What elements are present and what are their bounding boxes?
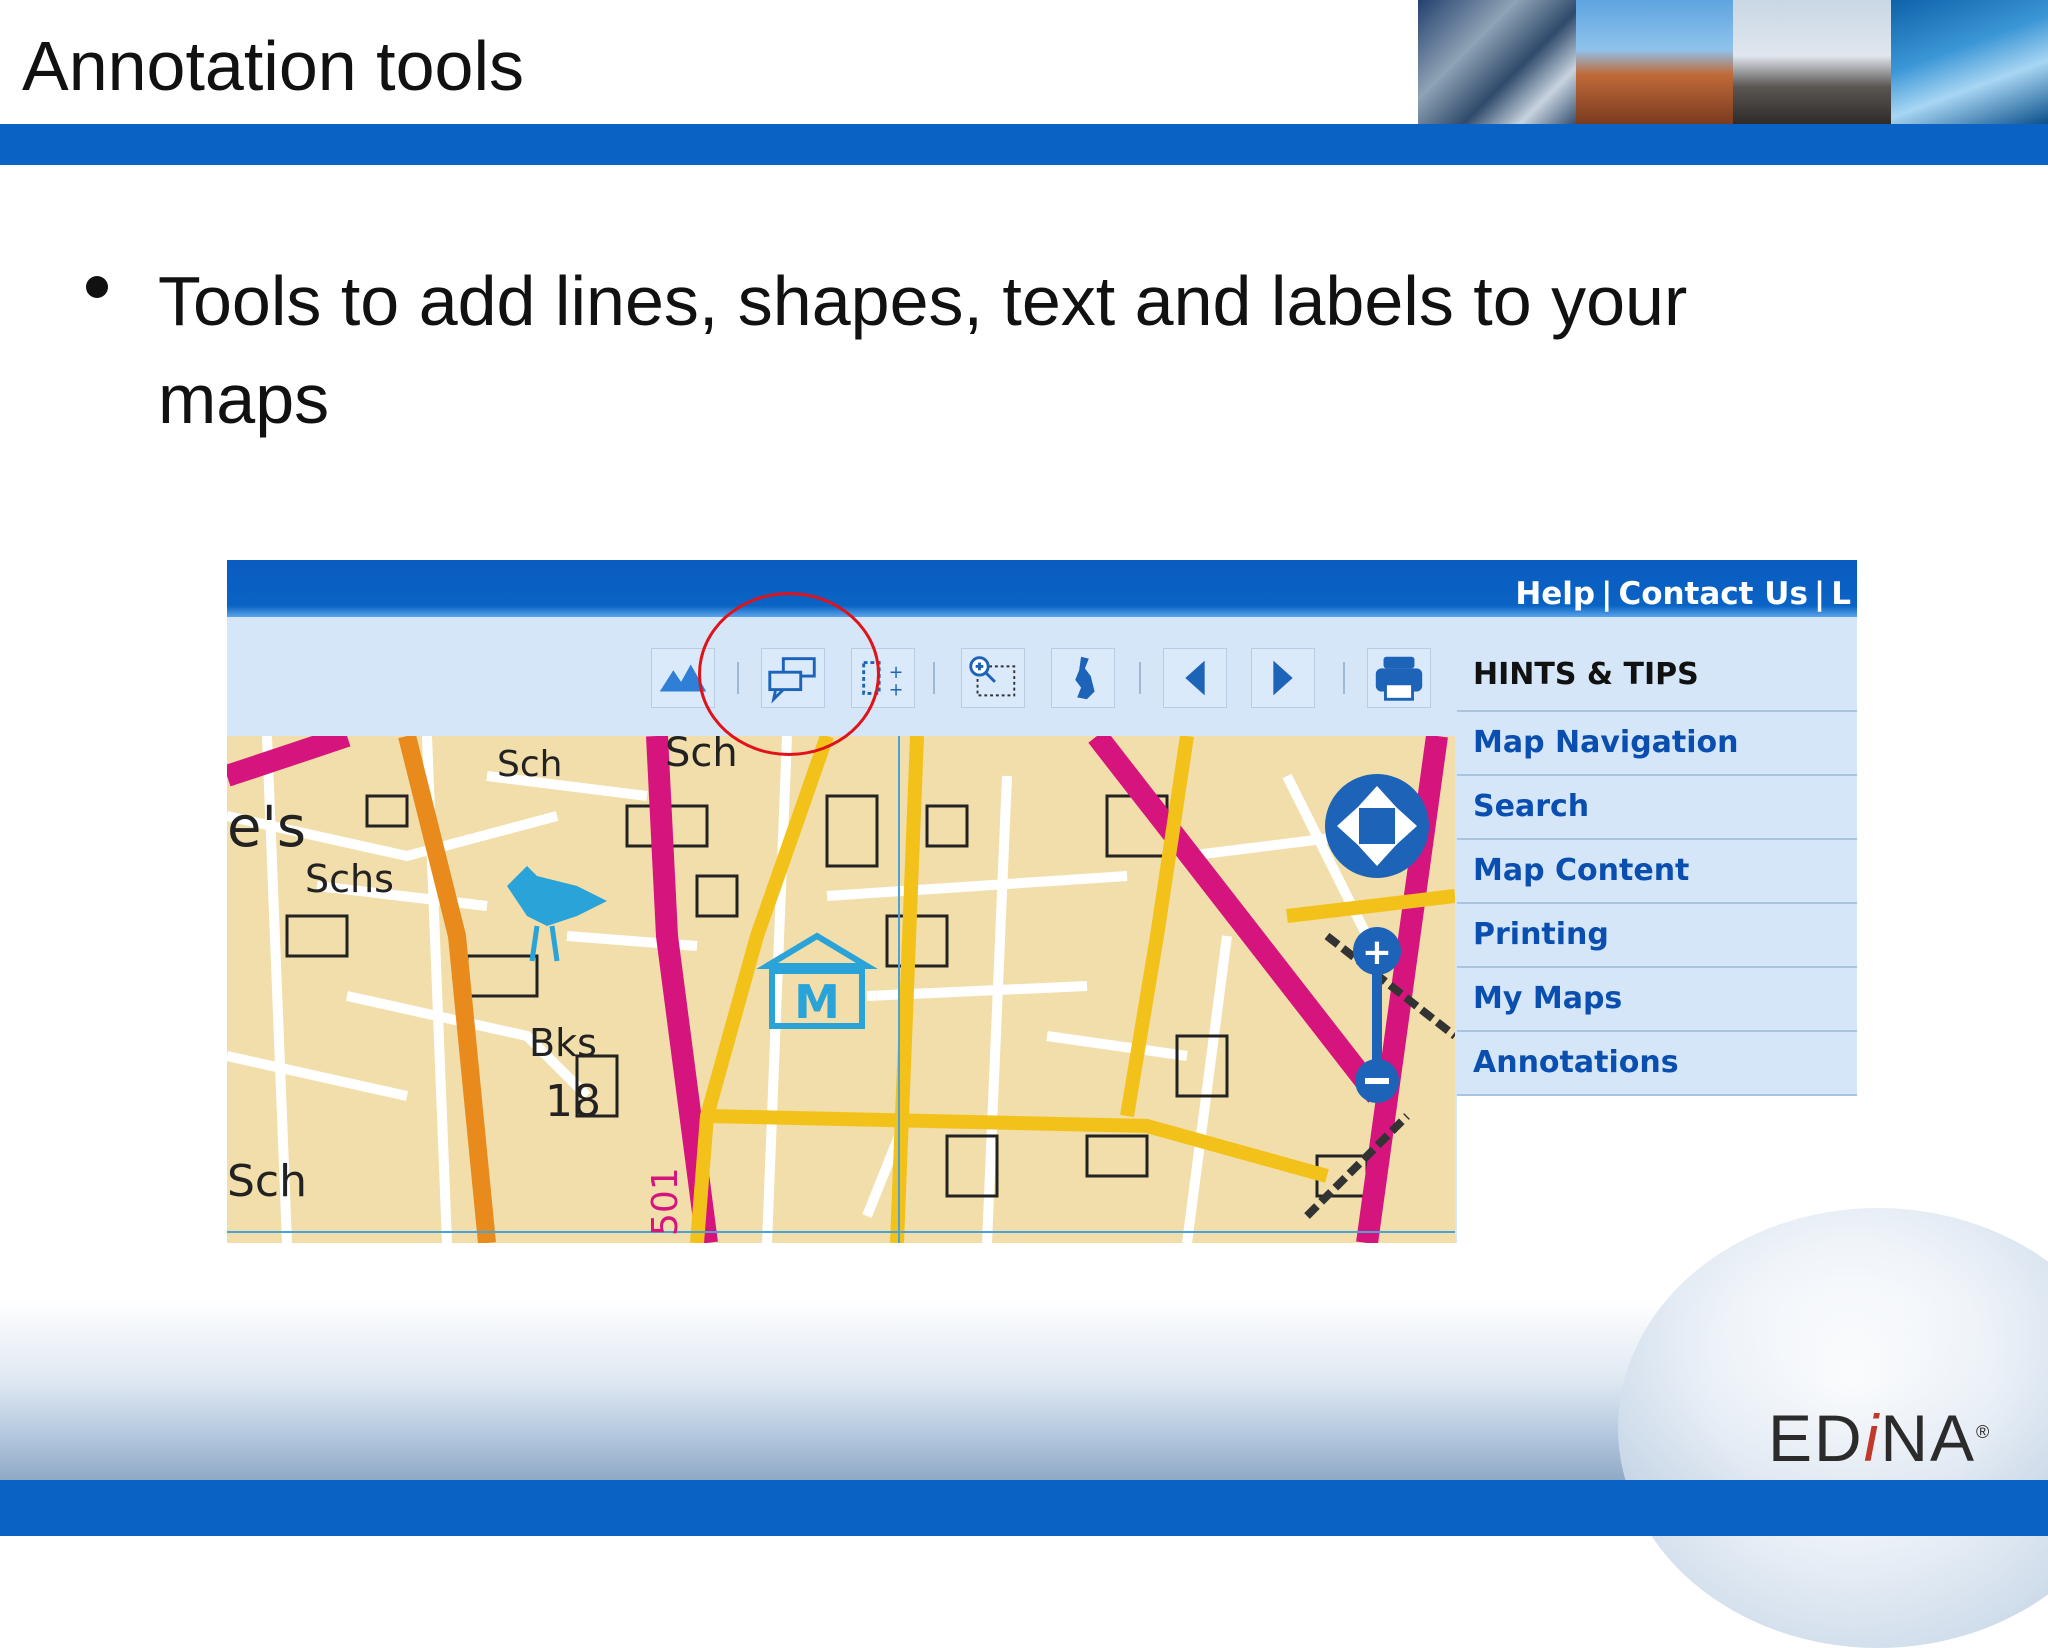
map-label-sch: Sch (497, 744, 562, 785)
app-top-bar: Help|Contact Us|L (227, 560, 1857, 617)
map-label-bks: Bks (529, 1021, 597, 1065)
svg-text:+: + (1362, 932, 1392, 973)
footer-bar (0, 1480, 2048, 1536)
map-label-schs: Schs (305, 857, 394, 901)
svg-text:M: M (794, 975, 840, 1029)
svg-text:+: + (889, 680, 904, 700)
edina-logo-pre: ED (1768, 1401, 1864, 1475)
edina-logo-i: i (1864, 1401, 1881, 1475)
title-accent-bar (0, 124, 2048, 165)
map-view[interactable]: M + Sch Sch Schs e's Bks 18 Sch 501 (227, 736, 1455, 1243)
slide-title: Annotation tools (22, 26, 524, 106)
toolbar-separator (933, 662, 935, 694)
header-photo-wave (1891, 0, 2048, 124)
highlight-circle (698, 592, 880, 756)
header-photo-aerial (1418, 0, 1576, 124)
back-arrow-icon[interactable] (1163, 648, 1227, 708)
contact-us-link[interactable]: Contact Us (1618, 576, 1807, 612)
header-photo-rocks (1576, 0, 1734, 124)
uk-map-icon[interactable] (1051, 648, 1115, 708)
map-label-number: 18 (545, 1076, 601, 1127)
bullet-marker (86, 276, 108, 298)
toolbar-separator (1343, 662, 1345, 694)
map-label-sch: Sch (665, 736, 738, 776)
cut-link[interactable]: L (1831, 576, 1851, 612)
toolbar-separator (1139, 662, 1141, 694)
hint-printing[interactable]: Printing (1457, 904, 1857, 968)
header-photo-strip (1418, 0, 2048, 124)
app-screenshot: Help|Contact Us|L + + (227, 560, 1857, 1243)
hint-search[interactable]: Search (1457, 776, 1857, 840)
bullet-text: Tools to add lines, shapes, text and lab… (158, 252, 1778, 448)
hint-annotations[interactable]: Annotations (1457, 1032, 1857, 1096)
map-label-sch: Sch (227, 1156, 307, 1207)
edina-logo-post: NA (1880, 1401, 1976, 1475)
top-links: Help|Contact Us|L (1509, 576, 1857, 612)
registered-mark: ® (1976, 1422, 1991, 1442)
print-icon[interactable] (1367, 648, 1431, 708)
hints-title: HINTS & TIPS (1457, 640, 1857, 712)
map-label-road: 501 (645, 1167, 686, 1236)
forward-arrow-icon[interactable] (1251, 648, 1315, 708)
edina-logo: EDiNA® (1768, 1400, 1991, 1476)
zoom-box-icon[interactable] (961, 648, 1025, 708)
hint-my-maps[interactable]: My Maps (1457, 968, 1857, 1032)
header-photo-church (1733, 0, 1891, 124)
hint-map-navigation[interactable]: Map Navigation (1457, 712, 1857, 776)
help-link[interactable]: Help (1515, 576, 1595, 612)
hints-panel: HINTS & TIPS Map Navigation Search Map C… (1457, 640, 1857, 1243)
hint-map-content[interactable]: Map Content (1457, 840, 1857, 904)
map-label-es: e's (227, 795, 306, 860)
